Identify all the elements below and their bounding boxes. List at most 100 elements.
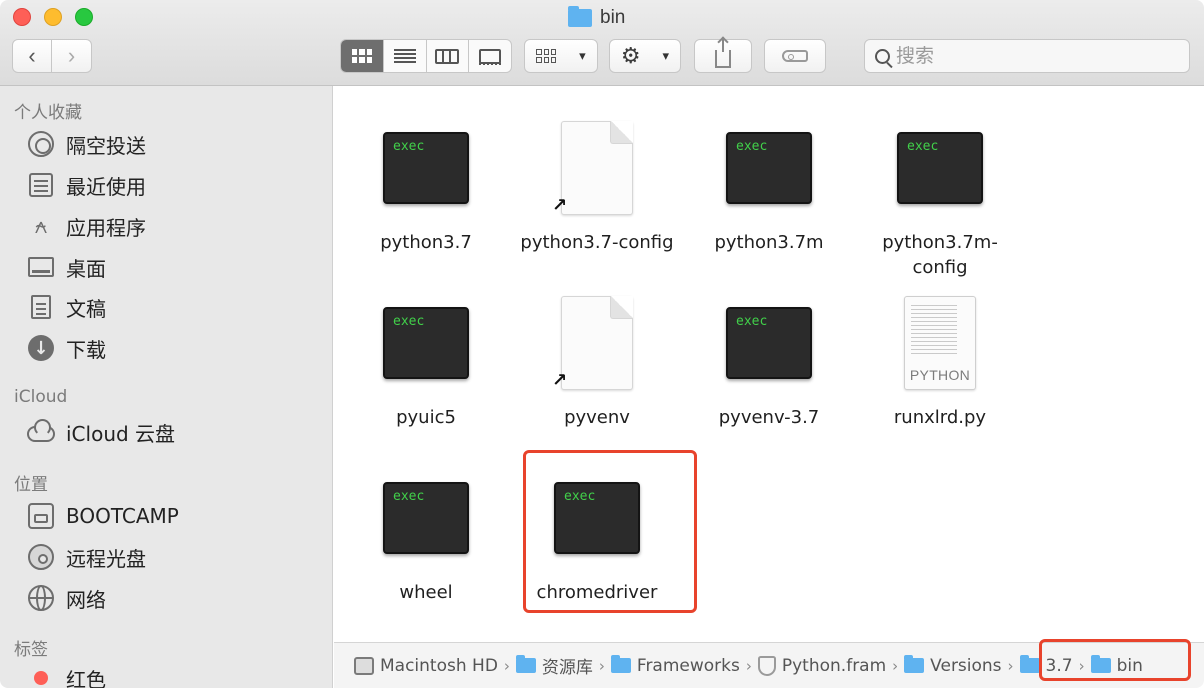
sidebar-item-documents[interactable]: 文稿	[26, 291, 106, 323]
sidebar: 个人收藏 隔空投送 最近使用 ⍲ 应用程序 桌面 文稿 ↓ 下载 iCloud	[0, 86, 333, 688]
file-item[interactable]: ↗ pyvenv	[511, 287, 683, 457]
file-item[interactable]: ↗ python3.7-config	[511, 112, 683, 282]
sidebar-item-recents[interactable]: 最近使用	[26, 169, 146, 201]
sidebar-section-locations: 位置	[14, 475, 48, 495]
cloud-icon	[27, 419, 55, 442]
sidebar-item-tag-red[interactable]: 红色	[26, 662, 106, 688]
chevron-left-icon: ‹	[28, 43, 36, 68]
chevron-right-icon: ›	[1007, 656, 1014, 675]
file-grid: exec python3.7 ↗ python3.7-config exec p…	[334, 86, 1204, 642]
path-item-versions[interactable]: Versions	[904, 655, 1002, 676]
documents-icon	[31, 295, 51, 319]
sidebar-item-network[interactable]: 网络	[26, 582, 106, 614]
window-title: bin	[568, 6, 625, 30]
sidebar-item-label: 最近使用	[66, 174, 146, 199]
sidebar-item-label: 文稿	[66, 296, 106, 321]
file-item[interactable]: exec python3.7m	[683, 112, 855, 282]
chevron-right-icon: ›	[892, 656, 899, 675]
share-icon	[715, 38, 731, 68]
sidebar-item-remote-disc[interactable]: 远程光盘	[26, 541, 146, 573]
group-by-button[interactable]: ▾	[524, 39, 598, 73]
highlight-box-path	[1039, 639, 1191, 681]
folder-icon	[568, 6, 592, 27]
sidebar-item-desktop[interactable]: 桌面	[26, 251, 106, 283]
sidebar-item-label: 桌面	[66, 256, 106, 281]
chevron-right-icon: ›	[503, 656, 510, 675]
finder-window: bin ‹ › ▾ ⚙ ▾ 搜索 个人收藏 隔空投送 最近使用 ⍲ 应用程序 桌…	[0, 0, 1204, 688]
file-item[interactable]: exec python3.7	[340, 112, 512, 282]
sidebar-section-tags: 标签	[14, 640, 48, 660]
path-item-frameworks[interactable]: Frameworks	[610, 655, 740, 676]
drive-icon	[28, 503, 54, 529]
action-menu-button[interactable]: ⚙ ▾	[609, 39, 681, 73]
alias-arrow-icon: ↗	[552, 370, 568, 390]
file-name: runxlrd.py	[893, 407, 987, 428]
close-window-button[interactable]	[13, 8, 31, 26]
gear-icon: ⚙	[620, 43, 641, 68]
path-item-python-framework[interactable]: Python.fram	[757, 655, 886, 676]
chevron-right-icon: ›	[598, 656, 605, 675]
sidebar-section-favorites: 个人收藏	[14, 103, 82, 123]
file-name: pyuic5	[396, 407, 456, 428]
framework-icon	[757, 655, 776, 676]
recents-icon	[29, 173, 53, 197]
file-name: python3.7m-config	[882, 232, 998, 278]
file-item[interactable]: exec wheel	[340, 462, 512, 632]
group-icon	[536, 49, 557, 63]
icon-view-button[interactable]	[341, 40, 384, 72]
zoom-window-button[interactable]	[75, 8, 93, 26]
disc-icon	[28, 544, 54, 570]
highlight-box-chromedriver	[523, 450, 697, 613]
applications-icon: ⍲	[34, 213, 48, 239]
forward-button[interactable]: ›	[52, 39, 92, 73]
file-item[interactable]: exec pyvenv-3.7	[683, 287, 855, 457]
path-item-library[interactable]: 资源库	[515, 653, 593, 678]
sidebar-item-icloud-drive[interactable]: iCloud 云盘	[26, 416, 175, 448]
gallery-view-button[interactable]	[469, 40, 511, 72]
executable-icon: exec	[726, 132, 812, 204]
sidebar-item-label: 远程光盘	[66, 546, 146, 571]
share-button[interactable]	[694, 38, 752, 73]
icon-view-icon	[351, 49, 372, 63]
sidebar-item-label: 隔空投送	[66, 133, 146, 158]
alias-document-icon: ↗	[552, 296, 633, 390]
airdrop-icon	[28, 131, 54, 157]
view-mode-selector	[340, 39, 512, 73]
alias-document-icon: ↗	[552, 121, 633, 215]
file-name: python3.7-config	[520, 232, 674, 253]
column-view-button[interactable]	[427, 40, 470, 72]
alias-arrow-icon: ↗	[552, 195, 568, 215]
file-name: python3.7	[380, 232, 472, 253]
sidebar-item-bootcamp[interactable]: BOOTCAMP	[26, 500, 179, 532]
sidebar-item-label: 网络	[66, 587, 106, 612]
chevron-right-icon: ›	[745, 656, 752, 675]
executable-icon: exec	[726, 307, 812, 379]
file-item[interactable]: PYTHON runxlrd.py	[854, 287, 1026, 457]
gallery-view-icon	[479, 48, 502, 65]
folder-icon	[1019, 655, 1040, 673]
sidebar-item-downloads[interactable]: ↓ 下载	[26, 332, 106, 364]
file-item[interactable]: exec pyuic5	[340, 287, 512, 457]
file-item[interactable]: exec python3.7m-config	[854, 112, 1026, 282]
search-field[interactable]	[864, 39, 1190, 73]
file-name: wheel	[399, 582, 453, 603]
folder-icon	[904, 655, 925, 673]
file-name: pyvenv-3.7	[718, 407, 820, 428]
column-view-icon	[435, 48, 460, 64]
back-button[interactable]: ‹	[12, 39, 52, 73]
chevron-down-icon: ▾	[662, 48, 670, 63]
chevron-right-icon: ›	[67, 43, 76, 68]
list-view-button[interactable]	[384, 40, 427, 72]
search-input[interactable]	[896, 45, 1156, 67]
sidebar-item-applications[interactable]: ⍲ 应用程序	[26, 210, 146, 242]
minimize-window-button[interactable]	[44, 8, 62, 26]
search-icon	[875, 48, 890, 64]
sidebar-item-airdrop[interactable]: 隔空投送	[26, 128, 146, 160]
path-item-macintosh-hd[interactable]: Macintosh HD	[354, 656, 498, 676]
sidebar-item-label: 应用程序	[66, 215, 146, 240]
network-icon	[28, 585, 54, 611]
sidebar-item-label: BOOTCAMP	[66, 504, 179, 528]
tag-icon	[782, 50, 808, 62]
tags-button[interactable]	[764, 39, 826, 73]
folder-icon	[610, 655, 631, 673]
